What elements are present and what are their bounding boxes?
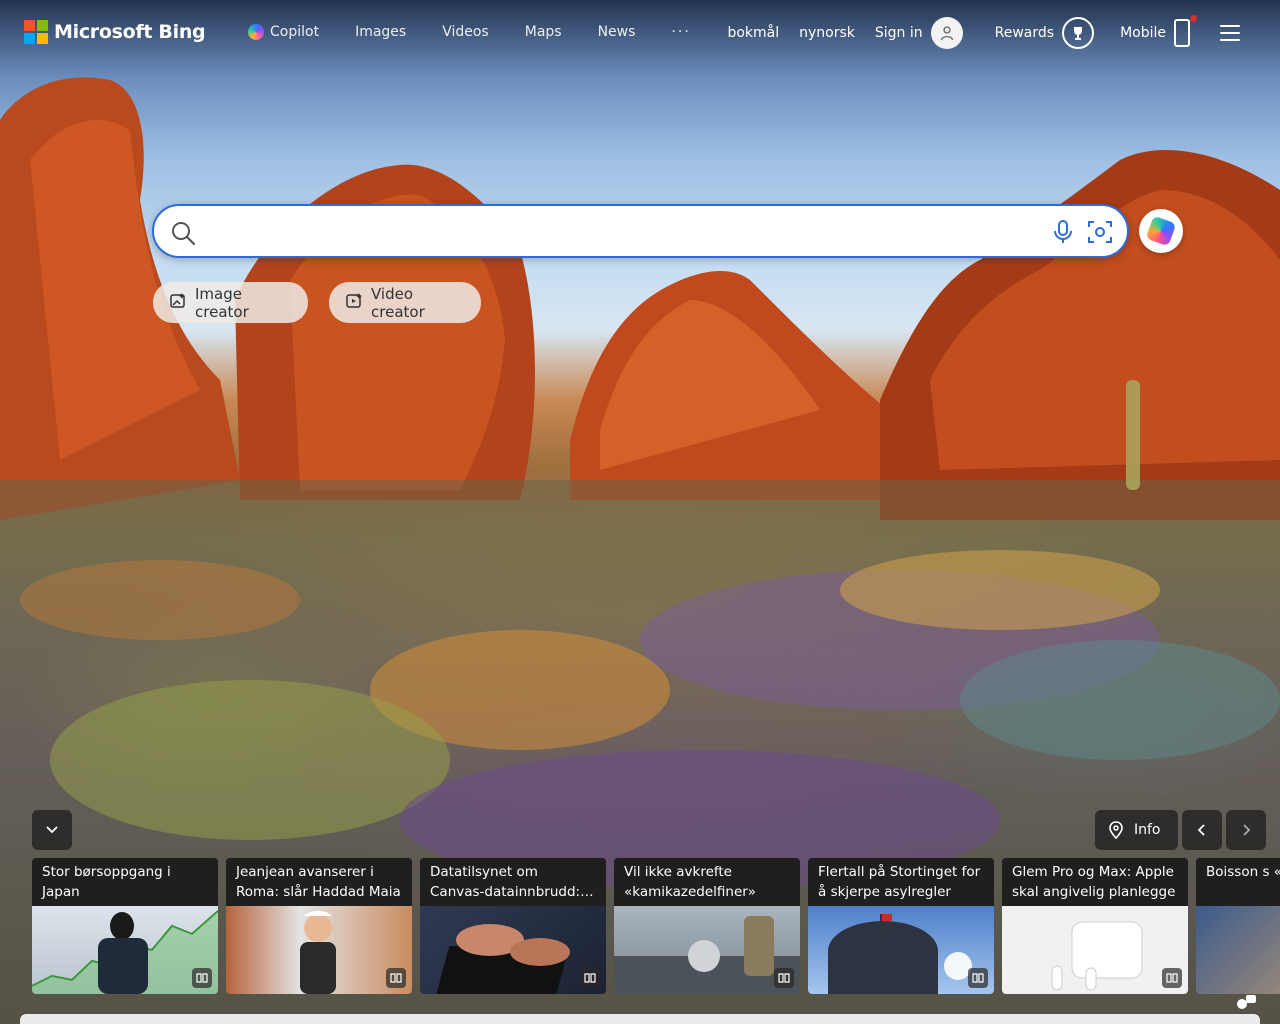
news-title: Flertall på Stortinget for å skjerpe asy… [808,858,994,906]
feed-panel-edge [20,1014,1260,1024]
news-thumbnail [614,906,800,994]
avatar-icon [930,17,963,49]
search-input[interactable] [204,218,1034,246]
rewards-label: Rewards [994,25,1055,41]
news-card[interactable]: Flertall på Stortinget for å skjerpe asy… [808,858,994,994]
lang-bokmal[interactable]: bokmål [727,25,779,41]
nav-copilot-label: Copilot [270,24,320,40]
news-card[interactable]: Jeanjean avanserer i Roma: slår Haddad M… [226,858,412,994]
microphone-icon[interactable] [1051,219,1075,249]
phone-icon [1174,15,1197,47]
news-thumbnail [420,906,606,994]
top-header: Microsoft Bing Copilot Images Videos Map… [0,0,1280,66]
mobile-button[interactable]: Mobile [1120,15,1197,47]
nav-videos[interactable]: Videos [442,24,489,40]
news-thumbnail [226,906,412,994]
image-info-button[interactable]: Info [1095,810,1178,850]
microsoft-logo-icon [24,20,48,44]
sign-in-label: Sign in [874,25,923,41]
search-icon[interactable] [170,220,196,250]
news-card[interactable]: Stor børsoppgang i Japan [32,858,218,994]
news-carousel: Stor børsoppgang i Japan Jeanjean avanse… [32,858,1280,994]
copilot-icon [1145,215,1177,247]
news-card[interactable]: Boisson s «Ingentin [1196,858,1280,994]
news-thumbnail [1196,906,1280,994]
search-box [152,204,1129,258]
video-creator-button[interactable]: Video creator [329,282,481,323]
header-right: bokmål nynorsk Sign in Rewards Mobile [727,0,1280,66]
collapse-feed-button[interactable] [32,810,72,850]
news-title: Boisson s «Ingentin [1196,858,1280,906]
hamburger-menu-icon[interactable] [1220,25,1240,41]
nav-images[interactable]: Images [355,24,406,40]
news-card[interactable]: Datatilsynet om Canvas-datainnbrudd: – F… [420,858,606,994]
next-image-button[interactable] [1226,810,1266,850]
location-pin-icon [1109,821,1123,839]
copilot-button[interactable] [1139,209,1183,253]
news-title: Vil ikke avkrefte «kamikazedelfiner» [614,858,800,906]
top-nav: Copilot Images Videos Maps News ··· [248,24,727,40]
lang-nynorsk[interactable]: nynorsk [799,25,855,41]
news-title: Glem Pro og Max: Apple skal angivelig pl… [1002,858,1188,906]
chevron-right-icon [1243,824,1251,836]
nav-maps[interactable]: Maps [525,24,562,40]
nav-news[interactable]: News [598,24,636,40]
previous-image-button[interactable] [1182,810,1222,850]
notification-dot [1190,15,1197,22]
chevron-down-icon [46,826,58,834]
rewards-button[interactable]: Rewards [994,17,1095,49]
video-creator-icon [345,292,363,314]
brand-name: Microsoft Bing [54,21,206,43]
read-icon [1162,968,1182,988]
image-creator-button[interactable]: Image creator [153,282,308,323]
read-icon [580,968,600,988]
bing-logo[interactable]: Microsoft Bing [24,20,206,44]
news-card[interactable]: Glem Pro og Max: Apple skal angivelig pl… [1002,858,1188,994]
news-title: Stor børsoppgang i Japan [32,858,218,906]
read-icon [386,968,406,988]
news-thumbnail [808,906,994,994]
read-icon [774,968,794,988]
mobile-label: Mobile [1120,25,1166,41]
image-creator-icon [169,292,187,314]
news-title: Jeanjean avanserer i Roma: slår Haddad M… [226,858,412,906]
read-icon [968,968,988,988]
chevron-left-icon [1197,824,1205,836]
nav-copilot[interactable]: Copilot [248,24,319,40]
read-icon [192,968,212,988]
news-title: Datatilsynet om Canvas-datainnbrudd: – F… [420,858,606,906]
video-creator-label: Video creator [371,284,425,321]
more-menu[interactable]: ··· [671,24,690,40]
image-creator-label: Image creator [195,284,249,321]
sign-in-button[interactable]: Sign in [875,17,963,49]
info-label: Info [1134,822,1161,838]
news-card[interactable]: Vil ikke avkrefte «kamikazedelfiner» [614,858,800,994]
news-thumbnail [1002,906,1188,994]
visual-search-icon[interactable] [1087,219,1113,249]
copilot-icon [248,24,264,40]
feedback-icon[interactable] [1236,994,1258,1016]
news-thumbnail [32,906,218,994]
rewards-trophy-icon [1062,17,1095,49]
